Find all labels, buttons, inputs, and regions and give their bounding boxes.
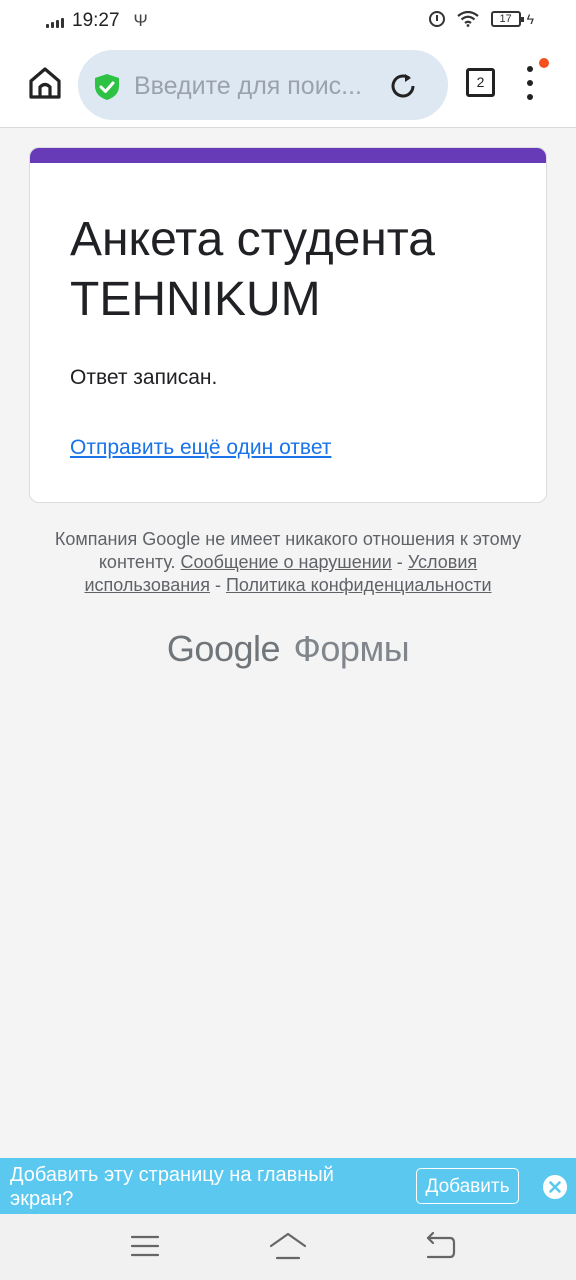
- brand-forms: Формы: [293, 628, 410, 669]
- shield-check-icon: [95, 74, 119, 100]
- tabs-button[interactable]: 2: [466, 68, 495, 97]
- status-time: 19:27: [72, 10, 120, 31]
- browser-toolbar: Введите для поис... 2: [0, 44, 576, 128]
- privacy-link[interactable]: Политика конфиденциальности: [226, 575, 492, 595]
- menu-icon[interactable]: [125, 1228, 165, 1264]
- wifi-icon: [456, 11, 479, 27]
- report-abuse-link[interactable]: Сообщение о нарушении: [181, 552, 392, 572]
- system-nav-bar: [0, 1214, 576, 1280]
- card-accent-bar: [30, 148, 546, 163]
- signal-icon: [46, 14, 64, 28]
- charging-icon: ϟ: [526, 11, 534, 27]
- separator: -: [396, 552, 403, 572]
- add-to-home-banner: Добавить эту страницу на главный экран? …: [0, 1158, 576, 1214]
- reload-icon[interactable]: [388, 71, 418, 101]
- address-input[interactable]: Введите для поис...: [134, 72, 384, 101]
- notification-dot: [539, 58, 549, 68]
- separator: -: [214, 575, 221, 595]
- confirmation-message: Ответ записан.: [70, 366, 218, 389]
- google-forms-logo[interactable]: Google Формы: [0, 628, 576, 670]
- form-title: Анкета студента TEHNIKUM: [70, 213, 435, 326]
- usb-icon: Ψ: [133, 11, 148, 30]
- home-icon[interactable]: [26, 64, 64, 102]
- back-icon[interactable]: [420, 1228, 460, 1264]
- form-card: Анкета студента TEHNIKUM Ответ записан. …: [29, 147, 547, 503]
- brand-google: Google: [166, 628, 281, 669]
- banner-text: Добавить эту страницу на главный экран?: [10, 1164, 334, 1210]
- google-disclaimer: Компания Google не имеет никакого отноше…: [44, 528, 532, 597]
- alarm-icon: [428, 11, 445, 27]
- close-icon[interactable]: [543, 1175, 567, 1199]
- status-bar: 19:27 Ψ 17 ϟ: [0, 0, 576, 44]
- more-vert-icon[interactable]: [522, 64, 540, 104]
- add-button[interactable]: Добавить: [416, 1168, 519, 1204]
- home-icon[interactable]: [268, 1228, 308, 1264]
- address-bar[interactable]: Введите для поис...: [78, 50, 448, 120]
- battery-icon: 17: [490, 11, 524, 27]
- submit-another-response-link[interactable]: Отправить ещё один ответ: [70, 436, 331, 460]
